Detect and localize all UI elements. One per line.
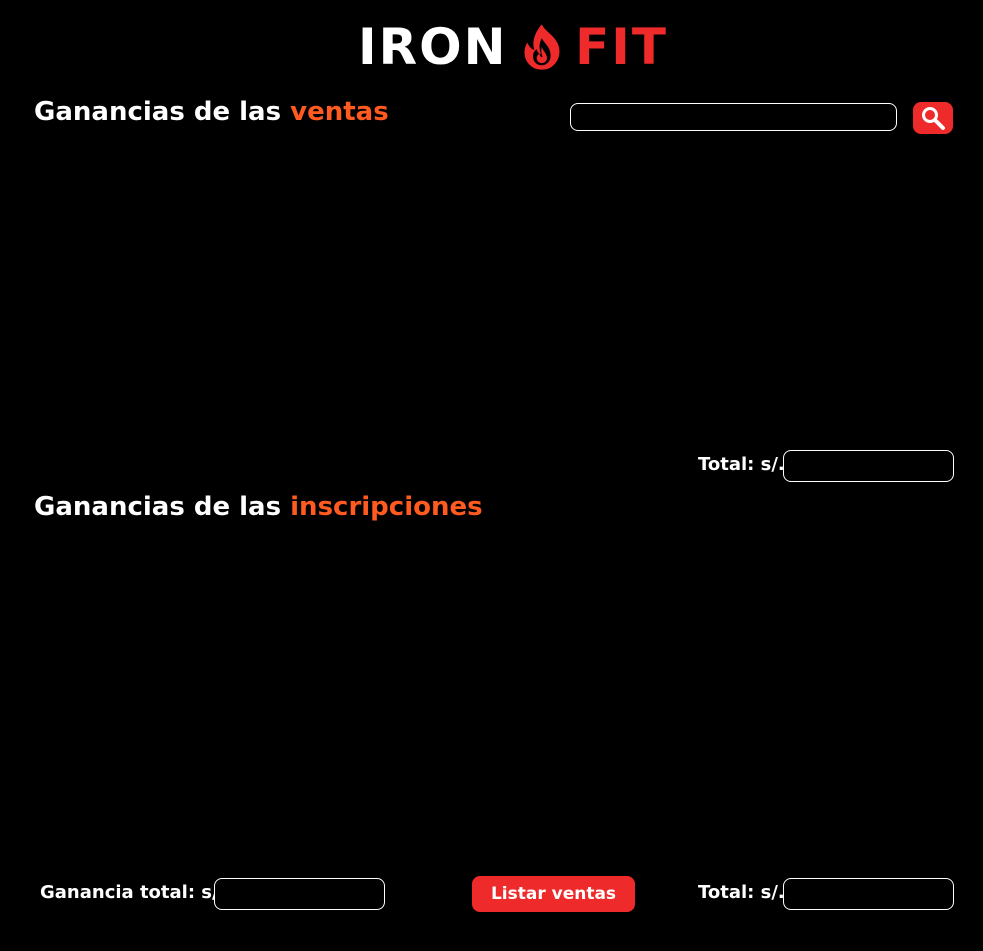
logo: IRON FIT — [358, 12, 668, 82]
inscripciones-total-label: Total: s/. — [698, 882, 785, 903]
search-icon — [922, 107, 945, 130]
inscripciones-title-accent: inscripciones — [290, 492, 483, 522]
ventas-table-area — [34, 145, 953, 440]
inscripciones-title-prefix: Ganancias de las — [34, 492, 291, 522]
search-button[interactable] — [913, 102, 953, 134]
ventas-title: Ganancias de las ventas — [34, 99, 389, 125]
ventas-title-prefix: Ganancias de las — [34, 97, 291, 127]
search-input[interactable] — [570, 103, 897, 131]
inscripciones-table-area — [34, 535, 953, 860]
ganancia-total-field[interactable] — [214, 878, 385, 910]
logo-text-fit: FIT — [575, 18, 668, 76]
ganancia-total-label: Ganancia total: s/. — [40, 882, 226, 903]
ventas-title-accent: ventas — [290, 97, 389, 127]
logo-text-iron: IRON — [358, 18, 508, 76]
listar-ventas-button[interactable]: Listar ventas — [472, 876, 635, 912]
ventas-total-field[interactable] — [783, 450, 954, 482]
flame-icon — [524, 24, 560, 70]
inscripciones-total-field[interactable] — [783, 878, 954, 910]
ventas-total-label: Total: s/. — [698, 454, 785, 475]
inscripciones-title: Ganancias de las inscripciones — [34, 494, 483, 520]
